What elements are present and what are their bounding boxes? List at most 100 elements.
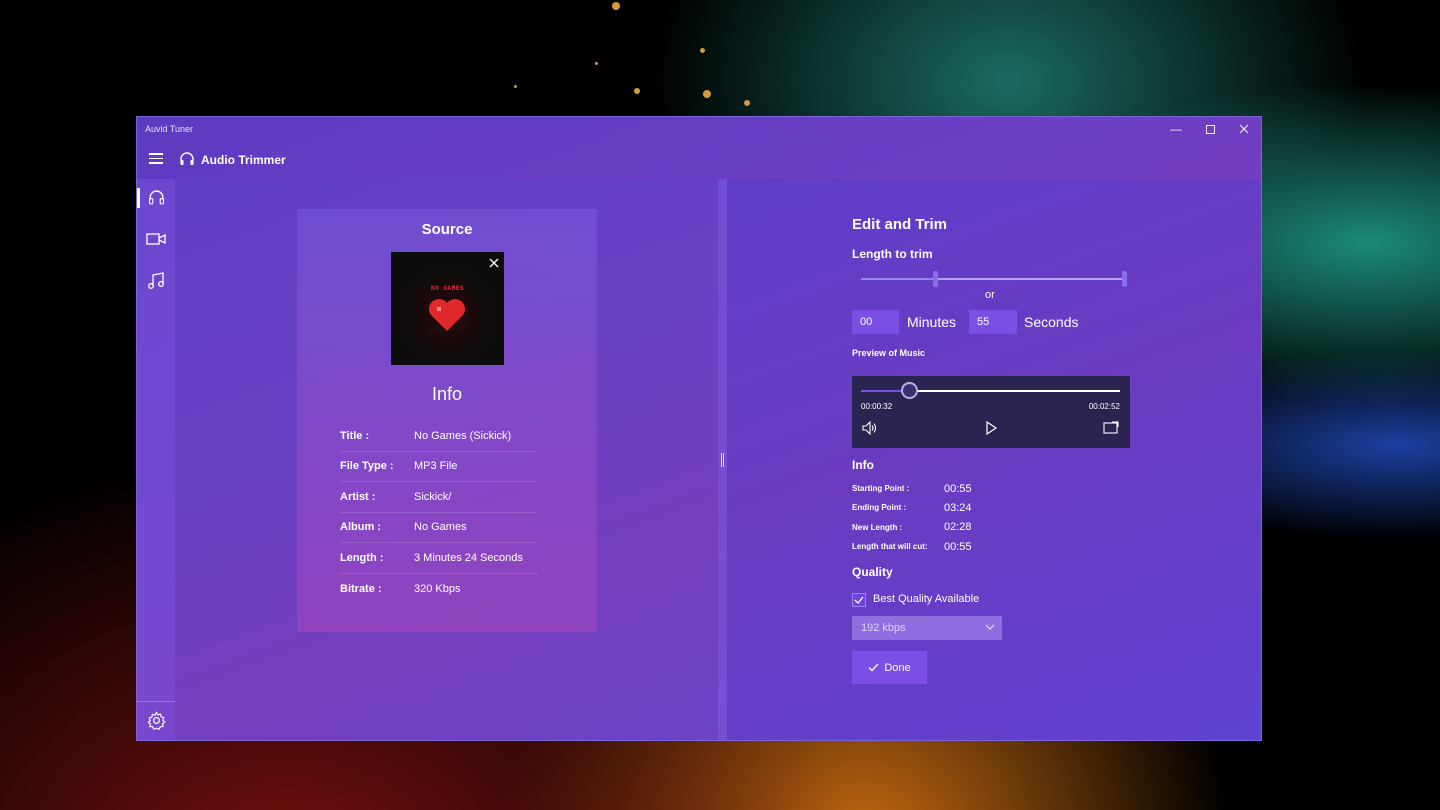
- page-title: Audio Trimmer: [201, 153, 286, 167]
- best-quality-label[interactable]: Best Quality Available: [873, 593, 979, 605]
- bitrate-selected-value: 192 kbps: [861, 622, 906, 634]
- remove-file-button[interactable]: [489, 255, 499, 271]
- minimize-button[interactable]: —: [1159, 117, 1193, 141]
- bitrate-dropdown[interactable]: 192 kbps: [852, 616, 1002, 640]
- info-value: 3 Minutes 24 Seconds: [414, 551, 523, 564]
- info-row-album: Album : No Games: [340, 513, 538, 543]
- info-row-length: Length : 3 Minutes 24 Seconds: [340, 543, 538, 574]
- info-key: Artist :: [340, 490, 376, 503]
- video-icon: [146, 233, 166, 245]
- file-info-table: Title : No Games (Sickick) File Type : M…: [340, 421, 538, 604]
- pane-splitter[interactable]: [718, 179, 727, 740]
- source-title: Source: [421, 221, 473, 238]
- mini-view-button[interactable]: [1103, 421, 1119, 439]
- preview-label: Preview of Music: [852, 348, 926, 358]
- stat-value: 00:55: [944, 540, 972, 553]
- sidebar-item-music[interactable]: [137, 264, 175, 298]
- done-button[interactable]: Done: [852, 651, 927, 684]
- settings-button[interactable]: [137, 703, 175, 737]
- range-start-thumb[interactable]: [933, 271, 938, 287]
- info-row-title: Title : No Games (Sickick): [340, 421, 538, 452]
- app-title: Auvid Tuner: [145, 124, 194, 134]
- app-header: Audio Trimmer: [137, 145, 1261, 175]
- mini-view-icon: [1103, 421, 1119, 434]
- best-quality-checkbox[interactable]: [852, 593, 866, 607]
- info-value: MP3 File: [414, 460, 458, 473]
- close-window-button[interactable]: [1227, 117, 1261, 141]
- info-value: No Games: [414, 521, 467, 534]
- close-icon: [489, 258, 499, 268]
- trim-info-list: Starting Point : 00:55 Ending Point : 03…: [852, 479, 972, 556]
- album-art: NO GAMES: [391, 252, 504, 365]
- info-row-file-type: File Type : MP3 File: [340, 452, 538, 482]
- stat-key: Starting Point :: [852, 484, 910, 494]
- info-heading: Info: [431, 384, 463, 404]
- seek-bar[interactable]: [861, 382, 1120, 399]
- play-icon: [986, 420, 998, 436]
- sidebar: [137, 179, 175, 740]
- range-fill: [935, 278, 1125, 280]
- volume-icon: [862, 420, 877, 436]
- stat-key: Ending Point :: [852, 503, 907, 513]
- minutes-label: Minutes: [907, 314, 957, 330]
- total-time: 00:02:52: [1088, 402, 1120, 411]
- length-label: Length to trim: [852, 247, 933, 261]
- checkmark-icon: [868, 663, 879, 672]
- close-icon: [1239, 124, 1249, 134]
- minimize-icon: —: [1170, 122, 1182, 136]
- checkmark-icon: [854, 596, 864, 604]
- info-value: No Games (Sickick): [414, 429, 512, 442]
- trim-range-slider[interactable]: [861, 271, 1127, 287]
- seconds-label: Seconds: [1024, 314, 1079, 330]
- media-player: 00:00:32 00:02:52: [852, 376, 1130, 448]
- stat-value: 02:28: [944, 521, 972, 534]
- stat-length-cut: Length that will cut: 00:55: [852, 537, 972, 556]
- album-art-text: NO GAMES: [431, 285, 464, 292]
- app-window: Auvid Tuner — Audio Trimmer Source NO GA…: [136, 116, 1262, 741]
- stat-ending-point: Ending Point : 03:24: [852, 498, 972, 517]
- sidebar-item-audio[interactable]: [137, 180, 175, 214]
- heart-icon: [429, 299, 465, 331]
- stat-starting-point: Starting Point : 00:55: [852, 479, 972, 498]
- seek-thumb[interactable]: [901, 382, 918, 399]
- edit-pane: Edit and Trim Length to trim or 00 Minut…: [727, 179, 1261, 740]
- headphones-icon: [148, 189, 164, 204]
- splitter-grip[interactable]: [721, 453, 724, 467]
- minutes-input[interactable]: 00: [852, 310, 899, 334]
- info-value: Sickick/: [414, 490, 452, 503]
- stat-key: Length that will cut:: [852, 542, 928, 552]
- info-row-bitrate: Bitrate : 320 Kbps: [340, 574, 538, 605]
- volume-button[interactable]: [862, 420, 878, 440]
- active-indicator: [137, 188, 140, 208]
- play-button[interactable]: [985, 420, 998, 440]
- info-key: Title :: [340, 429, 370, 442]
- title-bar: Auvid Tuner —: [137, 117, 1261, 141]
- done-label: Done: [884, 661, 911, 674]
- trim-info-title: Info: [852, 458, 874, 472]
- info-key: Album :: [340, 521, 381, 534]
- range-end-thumb[interactable]: [1122, 271, 1127, 287]
- stat-key: New Length :: [852, 522, 903, 532]
- source-card: Source NO GAMES Info Title : No Games (S…: [297, 209, 597, 632]
- source-pane: Source NO GAMES Info Title : No Games (S…: [175, 179, 718, 740]
- info-row-artist: Artist : Sickick/: [340, 482, 538, 513]
- stat-value: 00:55: [944, 482, 972, 495]
- hamburger-icon[interactable]: [149, 153, 163, 165]
- info-key: Length :: [340, 551, 384, 564]
- chevron-down-icon: [985, 624, 995, 630]
- quality-title: Quality: [852, 565, 893, 579]
- info-key: File Type :: [340, 460, 394, 473]
- gear-icon: [146, 710, 166, 730]
- maximize-button[interactable]: [1193, 117, 1227, 141]
- info-value: 320 Kbps: [414, 582, 461, 595]
- sidebar-item-video[interactable]: [137, 222, 175, 256]
- headphones-icon: [180, 152, 194, 165]
- maximize-icon: [1205, 124, 1215, 134]
- sidebar-divider: [137, 701, 175, 702]
- edit-title: Edit and Trim: [852, 216, 948, 233]
- info-key: Bitrate :: [340, 582, 382, 595]
- or-label: or: [985, 289, 995, 301]
- stat-new-length: New Length : 02:28: [852, 518, 972, 537]
- seconds-input[interactable]: 55: [969, 310, 1017, 334]
- current-time: 00:00:32: [861, 402, 893, 411]
